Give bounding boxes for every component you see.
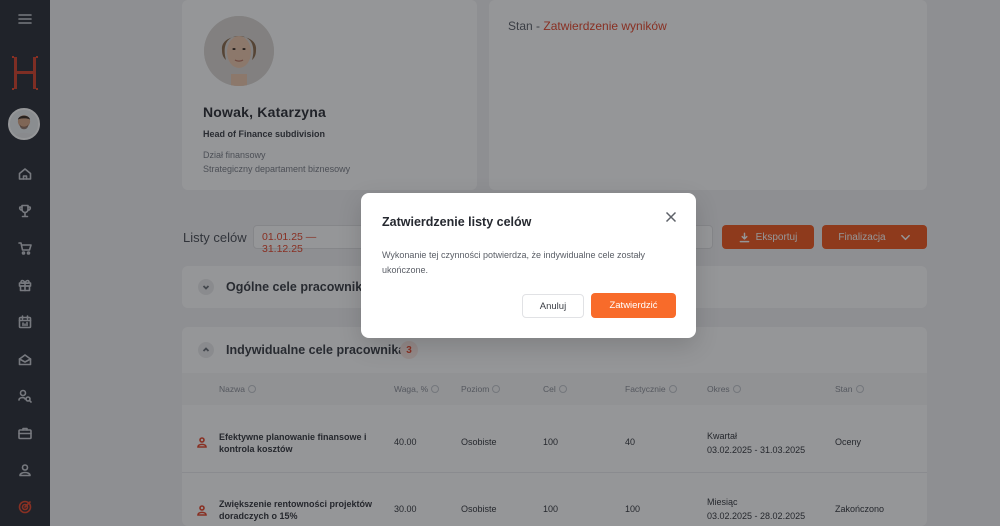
- dialog-title: Zatwierdzenie listy celów: [382, 215, 532, 229]
- confirm-button[interactable]: Zatwierdzić: [591, 293, 676, 318]
- close-icon[interactable]: [664, 210, 678, 224]
- dialog-message: Wykonanie tej czynności potwierdza, że i…: [382, 250, 646, 275]
- confirm-dialog: Zatwierdzenie listy celów Wykonanie tej …: [361, 193, 696, 338]
- cancel-button[interactable]: Anuluj: [522, 294, 584, 318]
